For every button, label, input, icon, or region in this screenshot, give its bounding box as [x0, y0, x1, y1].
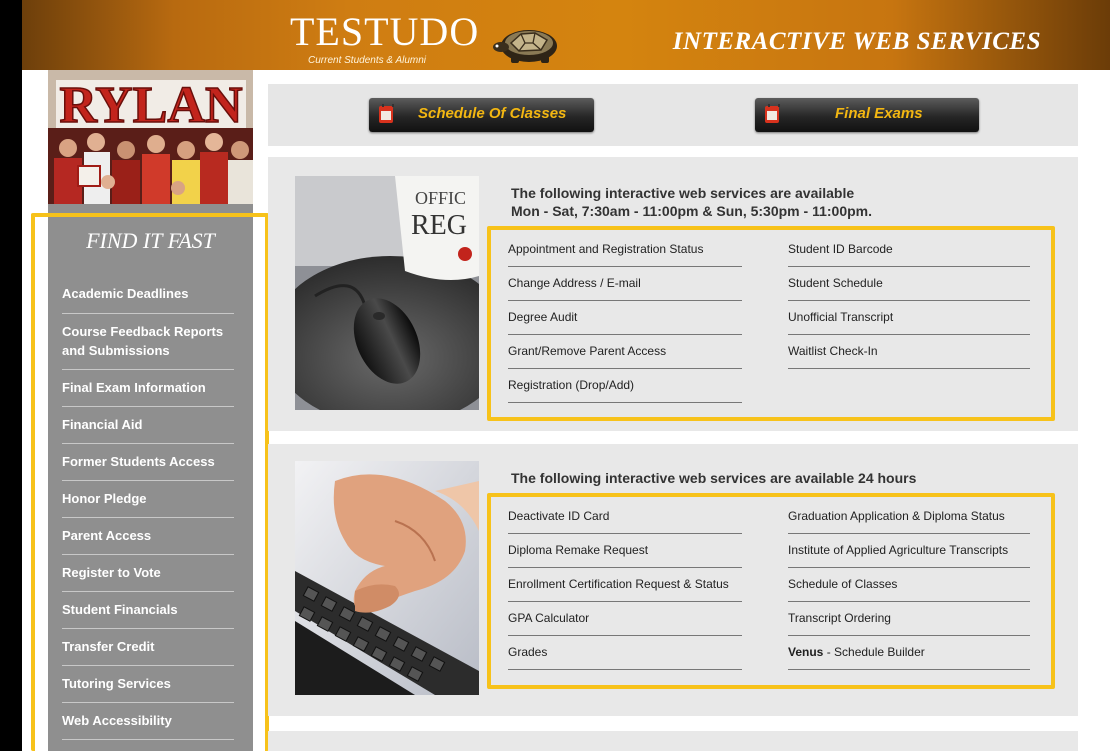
always-available-services-panel: The following interactive web services a… — [268, 444, 1078, 716]
link-unofficial-transcript[interactable]: Unofficial Transcript — [788, 301, 1030, 335]
testudo-logo[interactable]: TESTUDO — [290, 12, 490, 52]
final-exams-button[interactable]: Final Exams — [755, 98, 979, 132]
sidebar-item-financial-aid[interactable]: Financial Aid — [62, 407, 234, 444]
link-schedule-of-classes[interactable]: Schedule of Classes — [788, 568, 1030, 602]
link-grades[interactable]: Grades — [508, 636, 742, 670]
sidebar-item-honor-pledge[interactable]: Honor Pledge — [62, 481, 234, 518]
link-appointment-registration-status[interactable]: Appointment and Registration Status — [508, 233, 742, 267]
sidebar-item-parent-access[interactable]: Parent Access — [62, 518, 234, 555]
turtle-logo-icon — [493, 30, 557, 63]
keyboard-typing-photo — [295, 461, 479, 695]
mug-text-line2: REG — [411, 210, 467, 241]
link-degree-audit[interactable]: Degree Audit — [508, 301, 742, 335]
interactive-web-services-title: INTERACTIVE WEB SERVICES — [672, 28, 1041, 55]
link-gpa-calculator[interactable]: GPA Calculator — [508, 602, 742, 636]
link-graduation-application[interactable]: Graduation Application & Diploma Status — [788, 500, 1030, 534]
sidebar-item-final-exam-info[interactable]: Final Exam Information — [62, 370, 234, 407]
link-student-id-barcode[interactable]: Student ID Barcode — [788, 233, 1030, 267]
sidebar-item-tutoring-services[interactable]: Tutoring Services — [62, 666, 234, 703]
sidebar-nav: Academic Deadlines Course Feedback Repor… — [62, 276, 234, 740]
venus-rest-label: - Schedule Builder — [823, 645, 925, 659]
link-deactivate-id-card[interactable]: Deactivate ID Card — [508, 500, 742, 534]
site-header: TESTUDO Current Students & Alumni INTERA… — [22, 0, 1110, 70]
quick-links-bar: Schedule Of Classes Final Exams — [268, 84, 1078, 146]
schedule-of-classes-label: Schedule Of Classes — [418, 105, 567, 122]
scheduled-services-panel: OFFIC REG The following interactive web … — [268, 157, 1078, 431]
link-venus-schedule-builder[interactable]: Venus - Schedule Builder — [788, 636, 1030, 670]
sidebar-item-academic-deadlines[interactable]: Academic Deadlines — [62, 276, 234, 314]
sidebar: RYLAN FIND IT FAST Academic Deadlines Co… — [48, 70, 253, 751]
link-transcript-ordering[interactable]: Transcript Ordering — [788, 602, 1030, 636]
panel1-heading-line2: Mon - Sat, 7:30am - 11:00pm & Sun, 5:30p… — [511, 203, 872, 219]
panel2-left-links: Deactivate ID Card Diploma Remake Reques… — [508, 500, 742, 670]
find-it-fast-title: FIND IT FAST — [86, 228, 215, 253]
sidebar-item-transfer-credit[interactable]: Transfer Credit — [62, 629, 234, 666]
crowd-photo: RYLAN — [48, 70, 253, 204]
panel1-right-links: Student ID Barcode Student Schedule Unof… — [788, 233, 1030, 369]
panel1-heading: The following interactive web services a… — [511, 184, 872, 220]
sidebar-item-former-students[interactable]: Former Students Access — [62, 444, 234, 481]
mouse-mug-photo: OFFIC REG — [295, 176, 479, 410]
panel1-left-links: Appointment and Registration Status Chan… — [508, 233, 742, 403]
panel2-right-links: Graduation Application & Diploma Status … — [788, 500, 1030, 670]
venus-bold-label: Venus — [788, 645, 824, 659]
sidebar-item-register-to-vote[interactable]: Register to Vote — [62, 555, 234, 592]
link-change-address-email[interactable]: Change Address / E-mail — [508, 267, 742, 301]
link-student-schedule[interactable]: Student Schedule — [788, 267, 1030, 301]
panel1-heading-line1: The following interactive web services a… — [511, 185, 855, 201]
panel2-heading: The following interactive web services a… — [511, 470, 917, 486]
logo-subtitle: Current Students & Alumni — [308, 55, 427, 66]
calendar-icon — [765, 104, 780, 123]
link-grant-remove-parent-access[interactable]: Grant/Remove Parent Access — [508, 335, 742, 369]
link-iaa-transcripts[interactable]: Institute of Applied Agriculture Transcr… — [788, 534, 1030, 568]
link-registration-drop-add[interactable]: Registration (Drop/Add) — [508, 369, 742, 403]
sidebar-item-student-financials[interactable]: Student Financials — [62, 592, 234, 629]
link-diploma-remake-request[interactable]: Diploma Remake Request — [508, 534, 742, 568]
schedule-of-classes-button[interactable]: Schedule Of Classes — [369, 98, 594, 132]
sidebar-item-web-accessibility[interactable]: Web Accessibility — [62, 703, 234, 740]
calendar-icon — [379, 104, 394, 123]
sidebar-item-course-feedback[interactable]: Course Feedback Reports and Submissions — [62, 314, 234, 370]
left-black-edge — [0, 0, 22, 751]
link-waitlist-check-in[interactable]: Waitlist Check-In — [788, 335, 1030, 369]
crowd-banner-text: RYLAN — [59, 77, 242, 134]
link-enrollment-certification[interactable]: Enrollment Certification Request & Statu… — [508, 568, 742, 602]
mug-text-line1: OFFIC — [415, 188, 466, 208]
next-panel-edge — [268, 731, 1078, 751]
final-exams-label: Final Exams — [835, 105, 923, 122]
